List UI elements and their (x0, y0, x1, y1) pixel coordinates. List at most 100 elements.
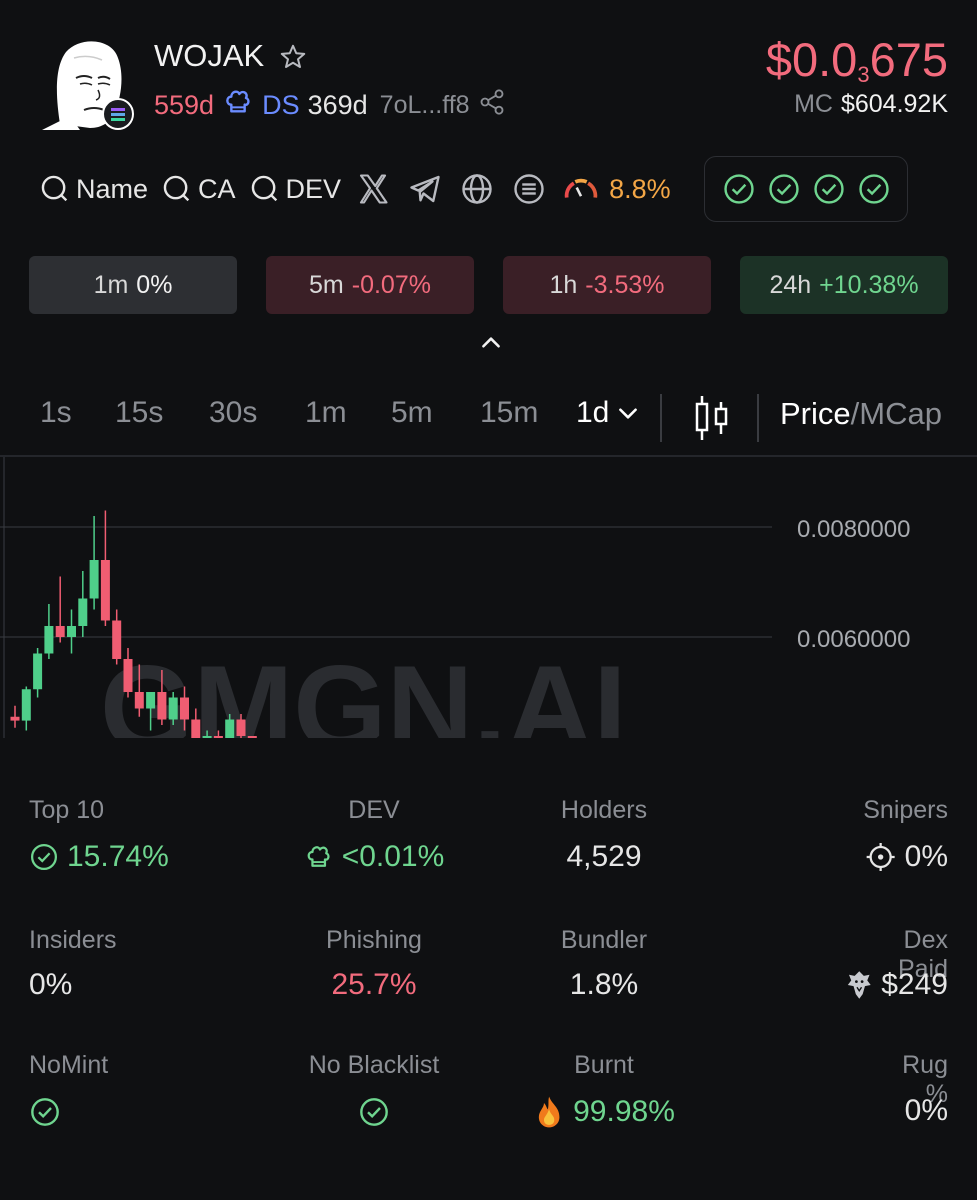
candle-body (213, 736, 223, 738)
solscan-icon[interactable] (509, 169, 549, 209)
stat-nomint-value (29, 1096, 61, 1133)
check-circle-icon (813, 174, 844, 204)
timeframe-5m[interactable]: 5m (391, 396, 433, 430)
stat-noblacklist-label: No Blacklist (308, 1051, 440, 1079)
ds-label: DS (262, 90, 300, 120)
y-tick-label: 0.0080000 (797, 516, 910, 543)
chart-watermark: GMGN.AI (100, 641, 627, 738)
check-circle-icon (31, 1098, 59, 1126)
change-value: 0% (136, 270, 173, 299)
timeframe-15s[interactable]: 15s (115, 396, 163, 430)
candle-body (236, 719, 246, 736)
x-twitter-icon[interactable] (353, 169, 393, 209)
website-globe-icon[interactable] (457, 169, 497, 209)
candle-body (146, 692, 156, 709)
contract-address[interactable]: 7oL...ff8 (380, 91, 470, 120)
candle-body (202, 736, 212, 738)
price-mcap-toggle[interactable]: Price/MCap (780, 396, 942, 432)
chevron-down-icon (619, 408, 638, 419)
stat-phishing-label: Phishing (326, 926, 422, 954)
candle-body (247, 736, 257, 738)
change-value: -3.53% (585, 270, 665, 299)
timeframe-1d-dropdown[interactable]: 1d (576, 396, 641, 430)
stat-burnt-value: 99.98% (533, 1094, 675, 1130)
change-label: 1h (549, 270, 578, 299)
price-chart[interactable]: GMGN.AI 0.0080000 0.0060000 (0, 455, 977, 738)
toolbar-divider (660, 394, 662, 442)
candle-body (157, 692, 167, 720)
risk-gauge[interactable]: 8.8% (561, 171, 671, 207)
change-pill-1m[interactable]: 1m 0% (29, 256, 237, 314)
check-circle-icon (768, 174, 799, 204)
check-circle-icon (31, 844, 57, 870)
candle-body (191, 719, 201, 738)
eagle-icon (847, 971, 871, 999)
stat-holders-value: 4,529 (566, 840, 642, 873)
change-value: -0.07% (351, 270, 431, 299)
stat-snipers-label: Snipers (863, 796, 948, 824)
candlestick-icon[interactable] (692, 394, 732, 447)
y-tick-label: 0.0060000 (797, 626, 910, 653)
stat-dev-label: DEV (348, 796, 400, 824)
crosshair-icon (866, 843, 895, 871)
stat-insiders-value: 0% (29, 968, 73, 1001)
candle-body (100, 560, 110, 621)
timeframe-1s[interactable]: 1s (40, 396, 72, 430)
chef-hat-icon (307, 846, 330, 867)
stat-top10-value: 15.74% (29, 840, 169, 874)
stat-snipers-value: 0% (865, 840, 948, 874)
token-name: WOJAK (154, 38, 265, 73)
fire-icon (538, 1096, 560, 1128)
gauge-icon (564, 178, 598, 198)
ds-age: 369d (307, 90, 368, 120)
toolbar-divider (757, 394, 759, 442)
change-value: +10.38% (819, 270, 919, 299)
timeframe-30s[interactable]: 30s (209, 396, 257, 430)
audit-checks-box[interactable] (704, 156, 908, 222)
solana-chain-icon (102, 98, 134, 135)
timeframe-1m[interactable]: 1m (305, 396, 347, 430)
candle-body (78, 598, 88, 626)
timeframe-15m[interactable]: 15m (480, 396, 538, 430)
token-avatar[interactable] (40, 38, 136, 134)
check-circle-icon (858, 174, 889, 204)
candle-body (134, 692, 144, 709)
stat-burnt-label: Burnt (574, 1051, 634, 1079)
token-meta-row: 559d DS 369d 7oL...ff8 (154, 86, 506, 125)
chevron-up-icon[interactable] (478, 330, 504, 361)
stat-holders-label: Holders (560, 796, 648, 824)
search-icon (163, 175, 190, 202)
candle-body (112, 620, 122, 659)
market-cap: MC $604.92K (794, 90, 948, 119)
stat-insiders-label: Insiders (29, 926, 117, 954)
mc-label: MC (794, 90, 833, 118)
stat-phishing-value: 25.7% (331, 968, 417, 1001)
stat-rug-value: 0% (904, 1094, 948, 1127)
candle-body (89, 560, 99, 599)
telegram-icon[interactable] (405, 169, 445, 209)
candle-body (44, 626, 54, 654)
candle-body (225, 719, 235, 738)
search-icon (251, 175, 277, 202)
stat-nomint-label: NoMint (29, 1051, 109, 1079)
share-icon[interactable] (478, 88, 506, 123)
change-label: 1m (93, 270, 129, 299)
candle-body (123, 659, 133, 692)
mc-value: $604.92K (840, 90, 948, 118)
search-icon (41, 175, 68, 202)
stat-dev-value: <0.01% (304, 840, 444, 874)
change-label: 24h (769, 270, 812, 299)
stat-dexpaid-value: $249 (845, 968, 948, 1002)
search-name-button[interactable]: Name (38, 172, 148, 206)
search-dev-button[interactable]: DEV (248, 172, 341, 206)
candle-body (33, 653, 43, 690)
change-pill-5m[interactable]: 5m -0.07% (266, 256, 474, 314)
stat-top10-label: Top 10 (29, 796, 105, 824)
star-icon[interactable] (278, 42, 308, 77)
stat-bundler-value: 1.8% (569, 968, 639, 1001)
search-ca-button[interactable]: CA (160, 172, 236, 206)
candle-body (168, 697, 178, 720)
candle-body (21, 689, 31, 721)
change-pill-1h[interactable]: 1h -3.53% (503, 256, 711, 314)
change-pill-24h[interactable]: 24h +10.38% (740, 256, 948, 314)
